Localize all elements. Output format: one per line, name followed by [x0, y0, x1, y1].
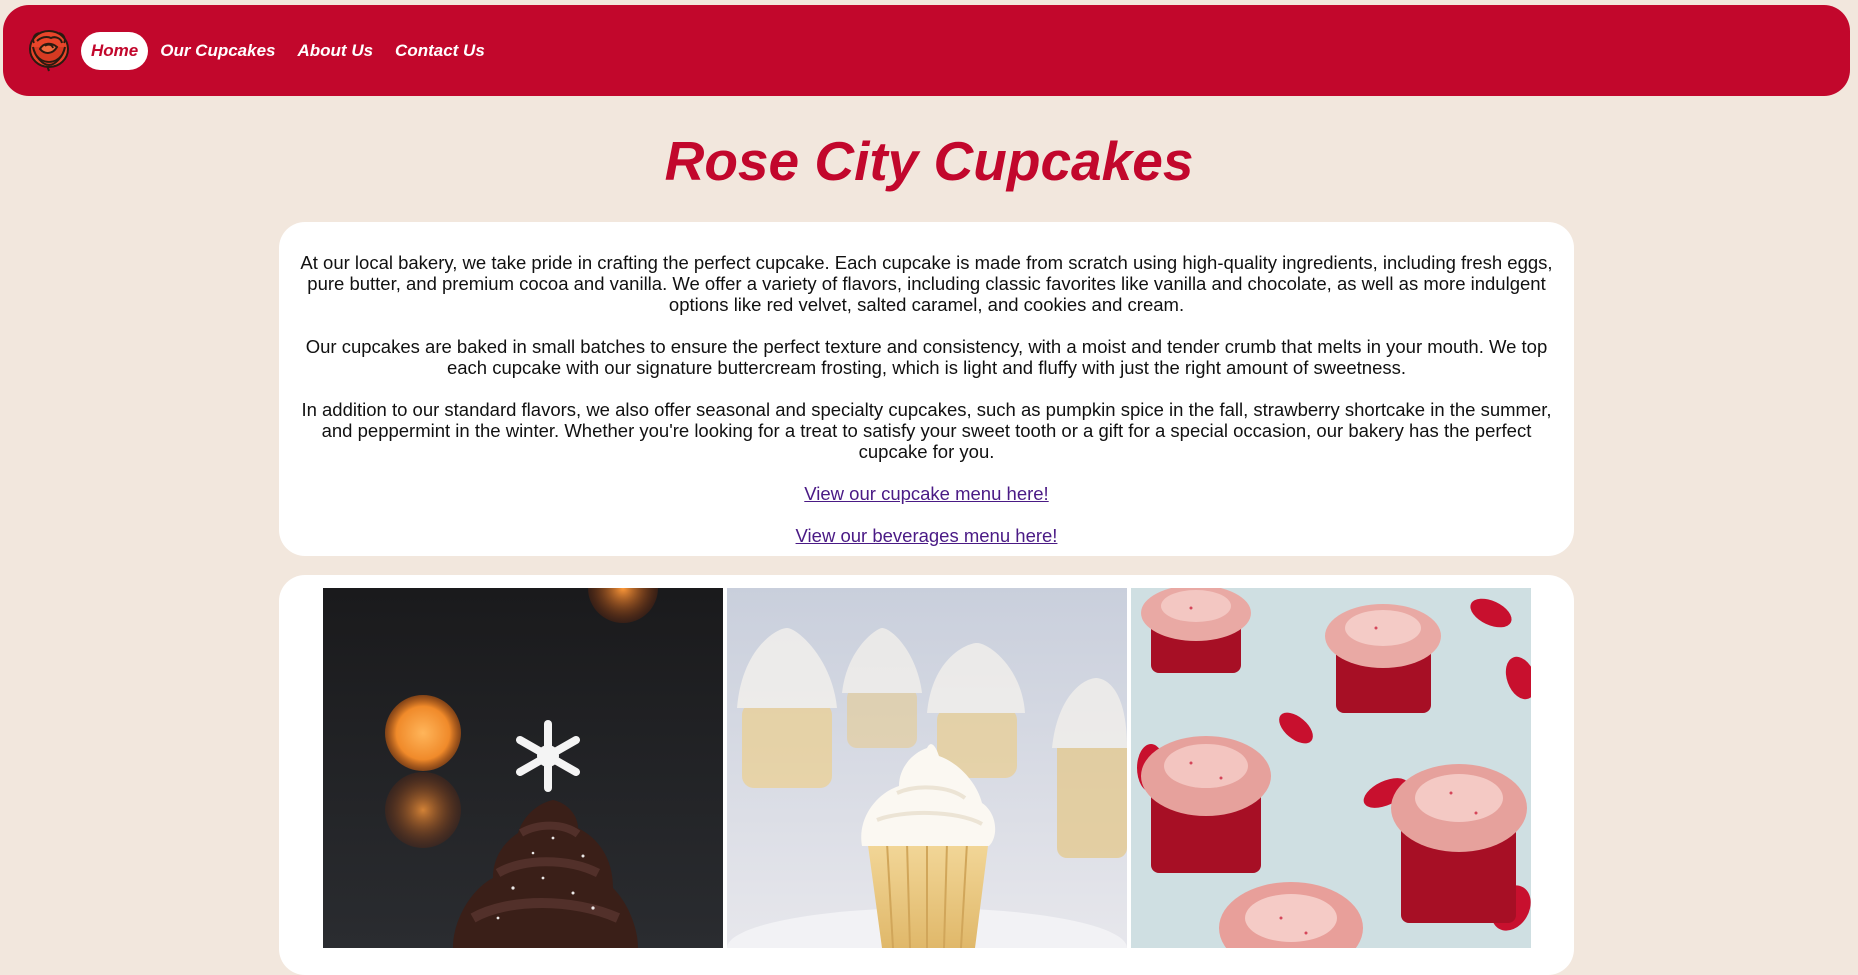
- nav-home[interactable]: Home: [81, 32, 149, 70]
- intro-paragraph-2: Our cupcakes are baked in small batches …: [305, 336, 1548, 378]
- cupcake-menu-link[interactable]: View our cupcake menu here!: [804, 483, 1048, 504]
- beverages-menu-link[interactable]: View our beverages menu here!: [796, 525, 1058, 546]
- gallery-card: [279, 575, 1574, 975]
- intro-paragraph-3: In addition to our standard flavors, we …: [301, 399, 1552, 462]
- nav-our-cupcakes[interactable]: Our Cupcakes: [150, 32, 285, 70]
- top-navbar: Home Our Cupcakes About Us Contact Us: [3, 5, 1850, 96]
- nav-about-us[interactable]: About Us: [288, 32, 384, 70]
- page-title: Rose City Cupcakes: [664, 130, 1194, 192]
- intro-card: At our local bakery, we take pride in cr…: [279, 222, 1574, 556]
- intro-paragraph-1: At our local bakery, we take pride in cr…: [300, 252, 1553, 315]
- vanilla-cupcakes-photo: [727, 588, 1127, 948]
- beverages-menu-link-wrapper: View our beverages menu here!: [294, 525, 1559, 546]
- cupcake-menu-link-wrapper: View our cupcake menu here!: [294, 483, 1559, 504]
- chocolate-cupcake-snowflake-photo: [323, 588, 723, 948]
- red-velvet-cupcakes-photo: [1131, 588, 1531, 948]
- nav-contact-us[interactable]: Contact Us: [385, 32, 495, 70]
- nav-menu: Home Our Cupcakes About Us Contact Us: [81, 32, 495, 70]
- rose-logo-icon[interactable]: [25, 27, 73, 75]
- photo-gallery: [323, 588, 1531, 948]
